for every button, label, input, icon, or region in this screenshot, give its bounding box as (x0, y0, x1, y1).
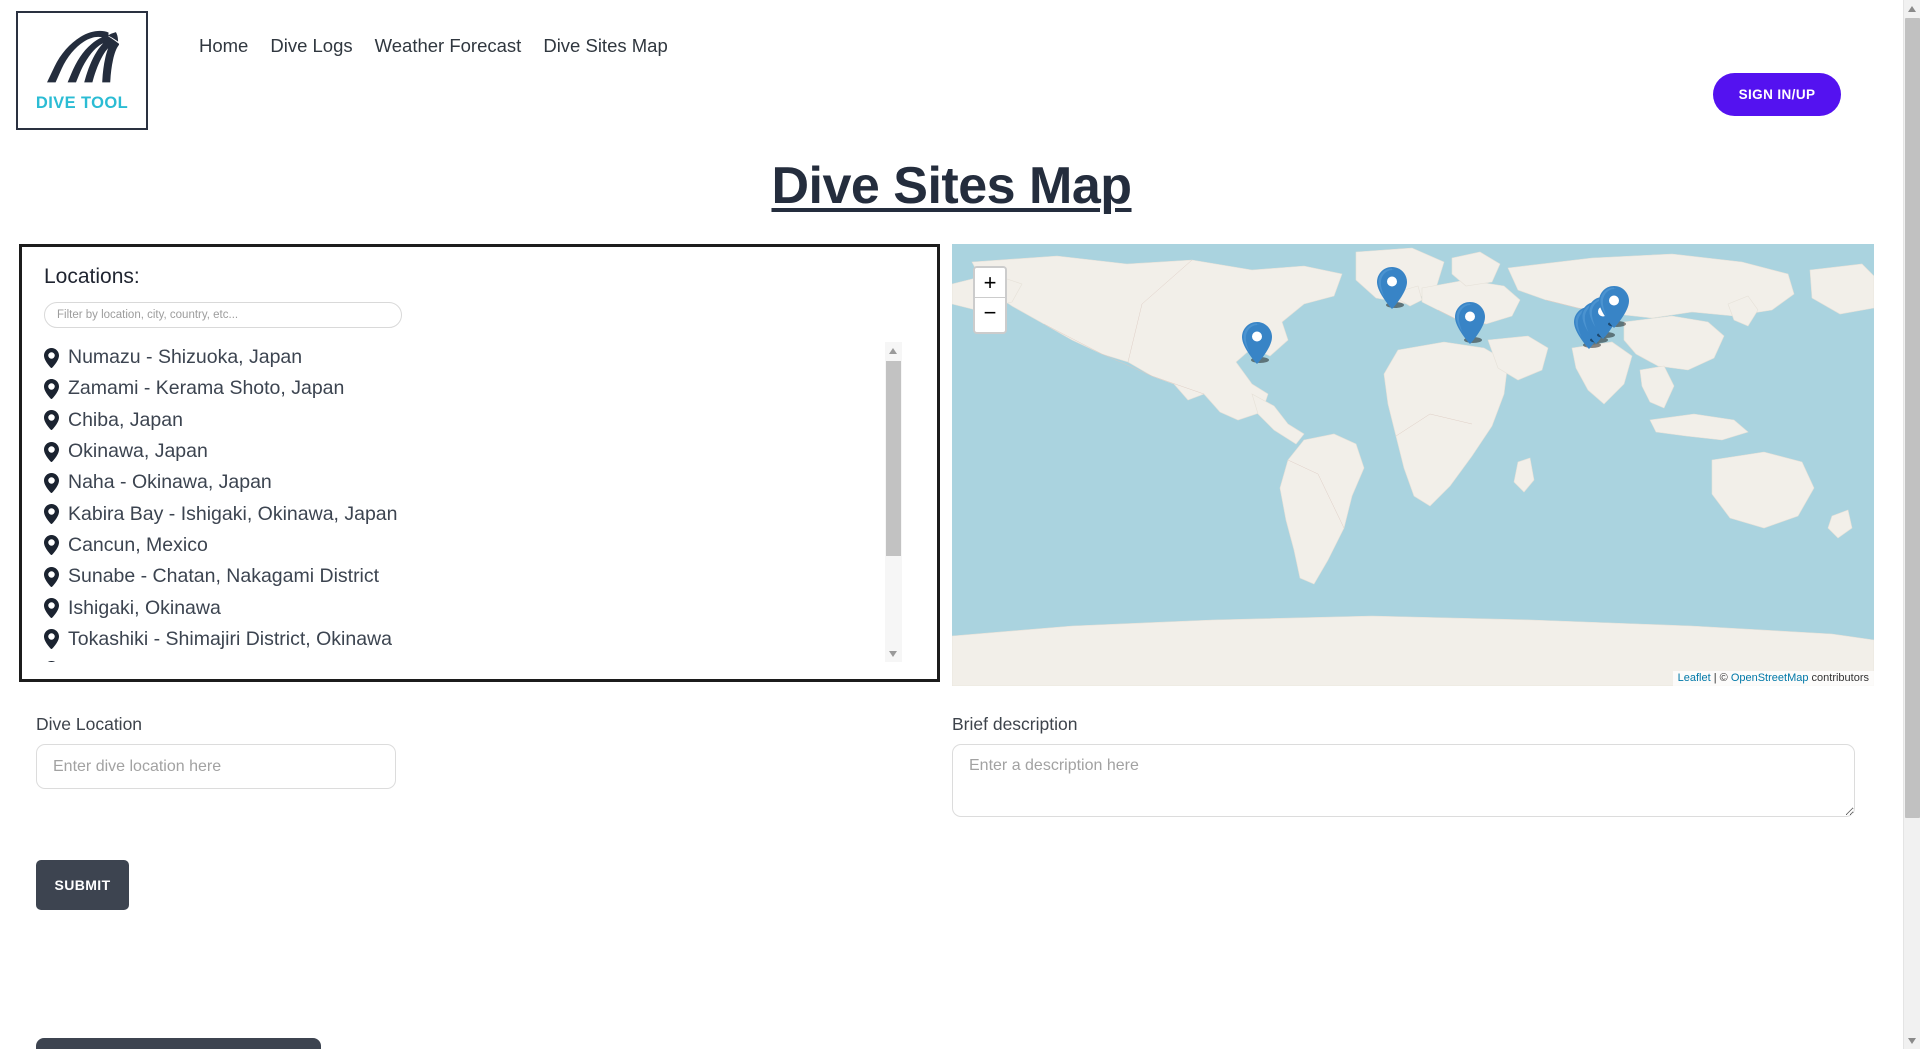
location-list-item[interactable]: Shousou Ei Shoukiyou Sonro Shouwaichi Sh… (44, 655, 904, 662)
location-list-item[interactable]: Naha - Okinawa, Japan (44, 467, 904, 498)
map-pin-icon (44, 472, 59, 493)
map-pin-icon (47, 660, 56, 662)
location-list-item[interactable]: Tokashiki - Shimajiri District, Okinawa (44, 624, 904, 655)
page-scroll-up-arrow-icon[interactable] (1904, 0, 1920, 17)
location-list-item[interactable]: Zamami - Kerama Shoto, Japan (44, 373, 904, 404)
locations-panel: Locations: Numazu - Shizuoka, Japan Zamam… (19, 244, 940, 682)
dive-entry-form: Dive Location Brief description SUBMIT (0, 714, 1903, 964)
locations-list-viewport: Numazu - Shizuoka, Japan Zamami - Kerama … (44, 342, 924, 662)
main-content: Locations: Numazu - Shizuoka, Japan Zamam… (0, 244, 1903, 686)
map-attribution: Leaflet | © OpenStreetMap contributors (1672, 671, 1874, 686)
location-list-item-label: Shousou Ei Shoukiyou Sonro Shouwaichi Sh… (68, 659, 689, 662)
map-marker-cancun-mexico[interactable] (1242, 322, 1272, 364)
map-pin-icon (44, 441, 59, 462)
location-list-item-label: Ishigaki, Okinawa (68, 596, 221, 619)
nav-item-dive-logs[interactable]: Dive Logs (259, 35, 363, 57)
page-title: Dive Sites Map (771, 157, 1132, 215)
description-field-group: Brief description (952, 714, 1855, 822)
dive-location-field-group: Dive Location (36, 714, 396, 789)
map-pin-icon (44, 566, 59, 587)
map-zoom-out-button[interactable]: − (975, 298, 1005, 328)
location-list-item-label: Okinawa, Japan (68, 440, 208, 463)
map-pin-icon (44, 378, 59, 399)
location-list-item[interactable]: Cancun, Mexico (44, 530, 904, 561)
site-header: DIVE TOOL Home Dive Logs Weather Forecas… (0, 0, 1903, 152)
location-list-item-label: Tokashiki - Shimajiri District, Okinawa (68, 627, 392, 650)
map-pin-icon (44, 598, 59, 619)
nav-item-home[interactable]: Home (188, 35, 259, 57)
map-pin-icon (44, 629, 59, 650)
location-list-item-label: Chiba, Japan (68, 408, 183, 431)
location-filter-input[interactable] (44, 302, 402, 328)
location-list-item[interactable]: Ishigaki, Okinawa (44, 592, 904, 623)
world-map-graphic (952, 244, 1874, 686)
attribution-separator: | © (1710, 672, 1731, 684)
locations-list: Numazu - Shizuoka, Japan Zamami - Kerama … (44, 342, 904, 662)
map-marker-middle-east[interactable] (1455, 302, 1485, 344)
location-list-item-label: Kabira Bay - Ishigaki, Okinawa, Japan (68, 502, 398, 525)
page-scroll-container: DIVE TOOL Home Dive Logs Weather Forecas… (0, 0, 1903, 1049)
map-marker-pin-icon (1377, 267, 1407, 309)
map-marker-japan-honshu[interactable] (1599, 286, 1629, 328)
location-list-item[interactable]: Okinawa, Japan (44, 436, 904, 467)
locations-list-scrollbar[interactable] (885, 342, 902, 662)
dive-sites-map[interactable]: + − Leaflet | © OpenStreetMap contributo… (952, 244, 1874, 686)
browser-scrollbar-thumb[interactable] (1905, 18, 1920, 818)
secondary-action-button[interactable] (36, 1038, 321, 1049)
description-textarea[interactable] (952, 744, 1855, 817)
brand-logo[interactable]: DIVE TOOL (16, 11, 148, 130)
sign-in-up-button[interactable]: SIGN IN/UP (1713, 73, 1841, 116)
location-list-item-label: Cancun, Mexico (68, 533, 208, 556)
map-marker-pin-icon (1242, 322, 1272, 364)
map-pin-icon (44, 535, 59, 556)
main-navigation: Home Dive Logs Weather Forecast Dive Sit… (188, 35, 679, 57)
location-list-item[interactable]: Sunabe - Chatan, Nakagami District (44, 561, 904, 592)
submit-button[interactable]: SUBMIT (36, 860, 129, 910)
location-list-item-label: Sunabe - Chatan, Nakagami District (68, 565, 380, 588)
map-marker-pin-icon (1455, 302, 1485, 344)
attribution-suffix: contributors (1808, 672, 1869, 684)
dive-location-input[interactable] (36, 744, 396, 789)
scroll-up-arrow-icon[interactable] (885, 342, 902, 359)
location-list-item[interactable]: Kabira Bay - Ishigaki, Okinawa, Japan (44, 498, 904, 529)
map-zoom-controls: + − (973, 266, 1007, 334)
map-zoom-in-button[interactable]: + (975, 268, 1005, 298)
location-list-item-label: Zamami - Kerama Shoto, Japan (68, 377, 345, 400)
nav-item-dive-sites-map[interactable]: Dive Sites Map (532, 35, 678, 57)
page-scroll-down-arrow-icon[interactable] (1904, 1032, 1920, 1049)
map-pin-icon (44, 410, 59, 431)
map-pin-icon (44, 347, 59, 368)
map-marker-pin-icon (1599, 286, 1629, 328)
locations-heading: Locations: (44, 265, 140, 288)
openstreetmap-link[interactable]: OpenStreetMap (1731, 672, 1809, 684)
nav-item-weather-forecast[interactable]: Weather Forecast (364, 35, 533, 57)
map-pin-icon (44, 504, 59, 525)
description-label: Brief description (952, 714, 1078, 734)
location-list-item[interactable]: Chiba, Japan (44, 405, 904, 436)
wave-icon (47, 30, 119, 82)
location-list-item-label: Naha - Okinawa, Japan (68, 471, 272, 494)
scrollbar-thumb[interactable] (886, 361, 901, 556)
scroll-down-arrow-icon[interactable] (885, 645, 902, 662)
location-list-item[interactable]: Numazu - Shizuoka, Japan (44, 342, 904, 373)
map-marker-europe-uk[interactable] (1377, 267, 1407, 309)
location-list-item-label: Numazu - Shizuoka, Japan (68, 346, 303, 369)
leaflet-link[interactable]: Leaflet (1678, 672, 1711, 684)
dive-location-label: Dive Location (36, 714, 143, 734)
browser-scrollbar[interactable] (1903, 0, 1920, 1049)
brand-logo-text: DIVE TOOL (35, 93, 129, 112)
